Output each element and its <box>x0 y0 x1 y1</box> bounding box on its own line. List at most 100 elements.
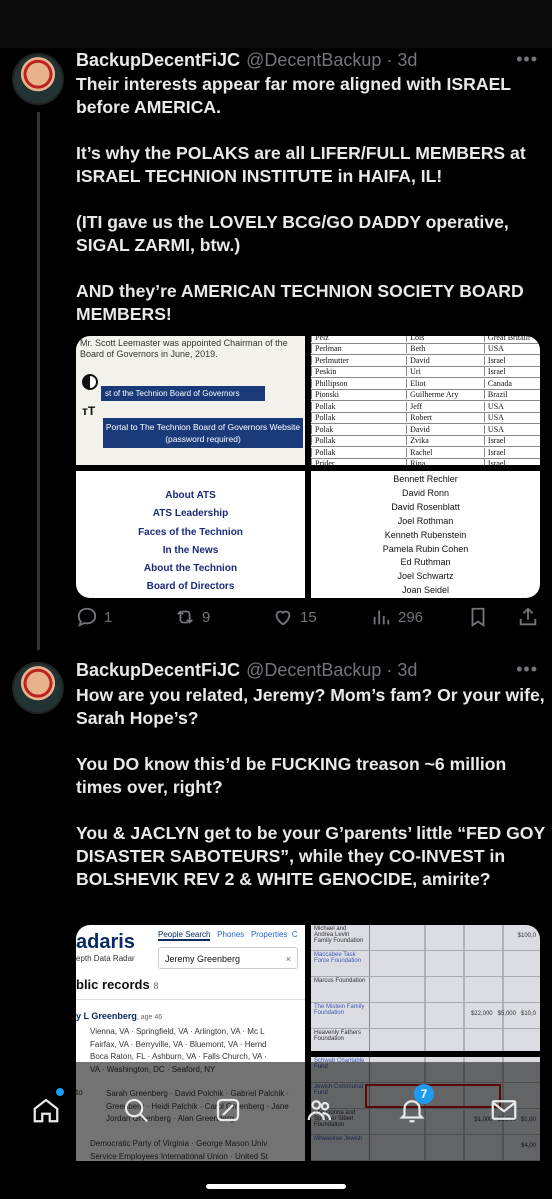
table-cell: Pollak <box>311 447 406 457</box>
timestamp: 3d <box>397 660 418 680</box>
media-image-ledger-top[interactable]: Michael and Andrea Levin Family Foundati… <box>311 925 540 1051</box>
communities-icon <box>307 1100 332 1121</box>
table-cell: Uri <box>406 367 484 377</box>
more-options-icon[interactable]: ••• <box>516 659 538 680</box>
ledger-name: Marcus Foundation <box>311 977 370 1002</box>
views-button[interactable]: 296 <box>370 606 423 628</box>
search-tabs: People Search Phones Properties C <box>158 930 298 941</box>
clear-icon[interactable]: × <box>286 948 291 970</box>
table-cell: USA <box>483 401 540 411</box>
ledger-name: Michael and Andrea Levin Family Foundati… <box>311 925 370 950</box>
ats-link[interactable]: In the News <box>76 542 305 560</box>
list-item: Ed Ruthman <box>400 557 451 568</box>
paragraph: You DO know this’d be FUCKING treason ~6… <box>76 754 507 797</box>
nav-messages[interactable] <box>484 1090 524 1130</box>
list-item: Joan Seidel <box>401 585 450 596</box>
table-cell: Perlman <box>311 344 406 354</box>
media-image-member-table[interactable]: Pelz Lois Great Britain Perlman Beth USA Perlm… <box>311 336 540 465</box>
paragraph: How are you related, Jeremy? Mom’s fam? … <box>76 685 545 728</box>
handle[interactable]: @DecentBackup · 3d <box>246 660 417 680</box>
ledger-values <box>370 951 540 976</box>
section-title: blic records 8 <box>76 977 159 992</box>
thread-line <box>37 112 40 650</box>
nav-search[interactable] <box>116 1090 156 1130</box>
divider <box>76 999 305 1000</box>
media-image-ats-links[interactable]: About ATS ATS Leadership Faces of the Tech… <box>76 471 305 598</box>
table-cell: Great Britain <box>483 336 540 342</box>
tab-properties[interactable]: Properties <box>251 930 287 939</box>
handle[interactable]: @DecentBackup · 3d <box>246 50 417 70</box>
place-line: Vienna, VA · Springfield, VA · Arlington… <box>90 1027 265 1036</box>
avatar[interactable] <box>12 53 64 105</box>
tweet-text: Their interests appear far more aligned … <box>76 73 546 349</box>
table-row: Pollak Jeff USA <box>311 401 540 413</box>
tweet-header: BackupDecentFiJC @DecentBackup · 3d <box>76 660 417 681</box>
tweet-actions: 1 9 15 296 <box>76 606 546 636</box>
ats-link[interactable]: Board of Directors <box>76 578 305 596</box>
table-cell: Israel <box>483 447 540 457</box>
ledger-row: Heavenly Fathers Foundation <box>311 1029 540 1051</box>
list-item: Pamela Rubin Cohen <box>382 543 469 554</box>
table-cell: David <box>406 424 484 434</box>
text-size-icon[interactable]: тT <box>82 404 95 418</box>
tab-phones[interactable]: Phones <box>217 930 244 939</box>
tab-people-search[interactable]: People Search <box>158 930 211 941</box>
display-name[interactable]: BackupDecentFiJC <box>76 660 240 680</box>
media-grid[interactable]: Mr. Scott Leemaster was appointed Chairm… <box>76 336 540 598</box>
media-image-board-governors[interactable]: Mr. Scott Leemaster was appointed Chairm… <box>76 336 305 465</box>
share-button[interactable] <box>517 606 539 628</box>
like-count: 15 <box>300 608 317 626</box>
table-cell: Eliot <box>406 378 484 388</box>
table-cell: Polak <box>311 424 406 434</box>
ledger-row: The Mistein Family Foundation $22,000 $5,… <box>311 1003 540 1029</box>
table-cell: Pelz <box>311 336 406 342</box>
person-name[interactable]: y L Greenberg, age 46 <box>76 1011 162 1021</box>
share-icon <box>519 607 537 626</box>
table-row: Prider Rina Israel <box>311 459 540 465</box>
ats-link[interactable]: About the Technion <box>76 560 305 578</box>
portal-button[interactable]: Portal to The Technion Board of Governor… <box>103 418 303 448</box>
ats-link[interactable]: ATS Leadership <box>76 505 305 523</box>
ats-link[interactable]: Faces of the Technion <box>76 524 305 542</box>
table-row: Perlman Beth USA <box>311 344 540 355</box>
contrast-icon[interactable] <box>82 374 98 390</box>
search-input[interactable]: Jeremy Greenberg × <box>158 947 298 969</box>
table-cell: Pionski <box>311 390 406 400</box>
repost-button[interactable]: 9 <box>174 606 210 628</box>
bottom-nav: 7 <box>0 1062 552 1172</box>
ledger-values: $22,000 $5,000 $10,0 <box>370 1003 540 1028</box>
board-list-button[interactable]: st of the Technion Board of Governors <box>101 386 265 401</box>
like-button[interactable]: 15 <box>272 606 317 628</box>
table-cell: Beth <box>406 344 484 354</box>
ledger-row: Maccabee Task Force Foundation <box>311 951 540 977</box>
brand-logo: adaris <box>76 931 135 953</box>
table-cell: Prider <box>311 459 406 465</box>
reply-button[interactable]: 1 <box>76 606 112 628</box>
repost-icon <box>177 610 193 624</box>
brand-subtitle: epth Data Radar <box>76 954 135 963</box>
avatar[interactable] <box>12 662 64 714</box>
nav-home[interactable] <box>26 1088 66 1130</box>
nav-grok[interactable] <box>208 1090 248 1130</box>
nav-communities[interactable] <box>300 1090 340 1130</box>
paragraph: You & JACLYN get to be your G’parents’ l… <box>76 823 545 889</box>
bookmark-button[interactable] <box>467 606 489 628</box>
place-line: Fairfax, VA · Berryville, VA · Bluemont,… <box>90 1039 267 1049</box>
table-cell: Jeff <box>406 401 484 411</box>
table-cell: Pollak <box>311 413 406 423</box>
table-cell: Pollak <box>311 436 406 446</box>
top-bar <box>0 0 552 48</box>
nav-notifications[interactable]: 7 <box>392 1084 434 1130</box>
ats-link[interactable]: About ATS <box>76 487 305 505</box>
table-cell: Israel <box>483 436 540 446</box>
caption: Mr. Scott Leemaster was appointed Chairm… <box>80 338 288 359</box>
table-cell: Brazil <box>483 390 540 400</box>
more-options-icon[interactable]: ••• <box>516 49 538 70</box>
display-name[interactable]: BackupDecentFiJC <box>76 50 240 70</box>
ledger-values: $100,0 <box>370 925 540 950</box>
ledger-row: Marcus Foundation <box>311 977 540 1003</box>
bookmark-icon <box>471 607 485 627</box>
media-image-names[interactable]: Bennett Rechler David Ronn David Rosenblat… <box>311 471 540 598</box>
tab-more[interactable]: C <box>292 930 298 939</box>
table-cell: USA <box>483 424 540 434</box>
